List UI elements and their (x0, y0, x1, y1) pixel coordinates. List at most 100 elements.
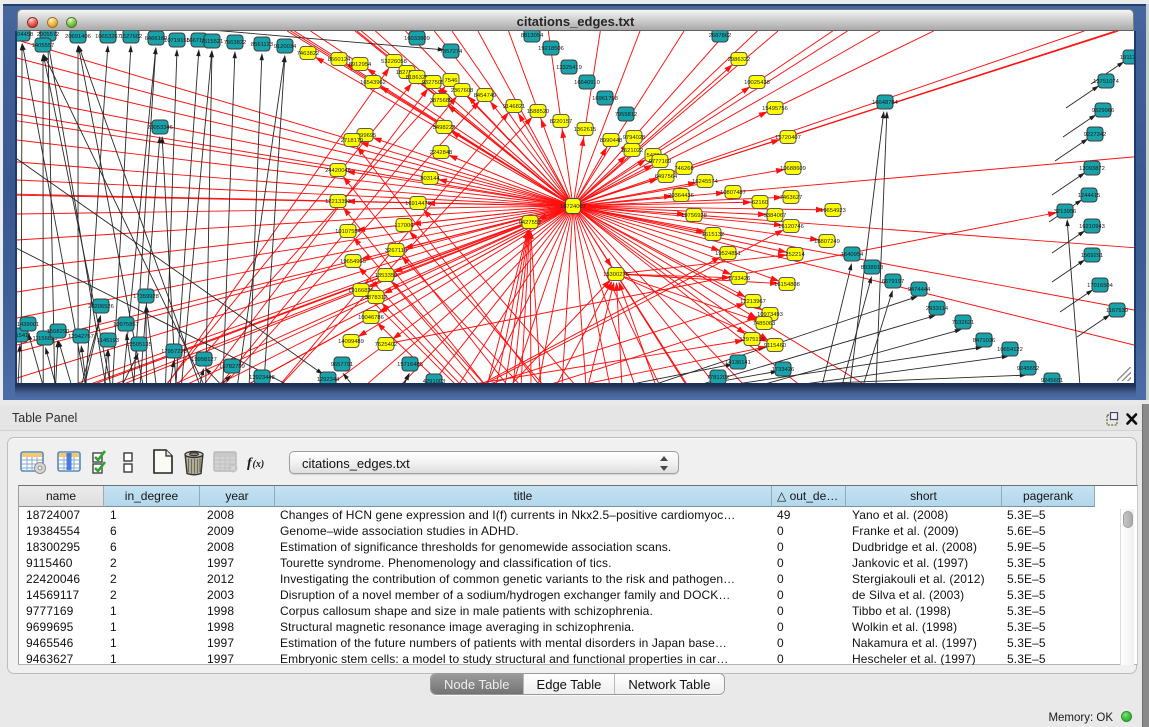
svg-text:62160: 62160 (752, 200, 768, 206)
svg-text:6679197: 6679197 (882, 279, 905, 285)
svg-text:1527602: 1527602 (120, 34, 143, 40)
svg-text:14099489: 14099489 (338, 339, 364, 345)
svg-text:2986322: 2986322 (728, 57, 751, 63)
svg-text:1362615: 1362615 (574, 127, 597, 133)
svg-text:9327505: 9327505 (422, 80, 445, 86)
svg-text:10046786: 10046786 (358, 315, 384, 321)
svg-text:9115460: 9115460 (764, 343, 786, 349)
svg-text:18807249: 18807249 (814, 239, 840, 245)
svg-text:3875685: 3875685 (430, 98, 453, 104)
svg-text:13751074: 13751074 (1093, 79, 1120, 85)
svg-text:20364436: 20364436 (668, 193, 694, 199)
svg-text:19958127: 19958127 (191, 357, 217, 363)
svg-text:19654965: 19654965 (340, 259, 366, 265)
svg-text:15495756: 15495756 (762, 106, 788, 112)
svg-text:1145193: 1145193 (97, 338, 119, 344)
svg-text:2718179: 2718179 (341, 138, 364, 144)
svg-text:3915411: 3915411 (17, 333, 31, 339)
svg-text:10107554: 10107554 (335, 229, 362, 235)
svg-text:10025438: 10025438 (744, 80, 770, 86)
svg-text:2687862: 2687862 (709, 33, 732, 39)
svg-text:9474444: 9474444 (908, 287, 931, 293)
svg-text:1621022: 1621022 (621, 148, 644, 154)
svg-text:1568290: 1568290 (47, 329, 70, 335)
svg-text:8990448: 8990448 (600, 138, 623, 144)
svg-text:12942757: 12942757 (68, 334, 94, 340)
svg-text:9384067: 9384067 (764, 213, 787, 219)
svg-text:1167539: 1167539 (1106, 308, 1128, 314)
svg-text:17957225: 17957225 (161, 349, 187, 355)
svg-text:1405557: 1405557 (32, 43, 55, 49)
svg-text:2242848: 2242848 (430, 150, 453, 156)
svg-text:7463627: 7463627 (780, 195, 803, 201)
svg-text:2933114: 2933114 (926, 306, 949, 312)
svg-text:9146821: 9146821 (503, 104, 526, 110)
svg-text:9794028: 9794028 (623, 135, 646, 141)
svg-text:1569291: 1569291 (1081, 253, 1104, 259)
svg-text:1733426: 1733426 (728, 276, 751, 282)
svg-text:19524851: 19524851 (715, 251, 741, 257)
svg-text:9120034: 9120034 (274, 44, 297, 50)
svg-text:16154808: 16154808 (774, 282, 800, 288)
svg-text:252214: 252214 (785, 252, 805, 258)
svg-text:1604458: 1604458 (17, 32, 33, 38)
svg-text:16640910: 16640910 (574, 80, 600, 86)
svg-text:7357274: 7357274 (440, 49, 463, 55)
svg-text:8561123: 8561123 (251, 42, 273, 48)
svg-text:53226058: 53226058 (381, 59, 407, 65)
svg-text:13325419: 13325419 (556, 65, 582, 71)
svg-text:803144: 803144 (420, 176, 440, 182)
svg-text:16210943: 16210943 (1079, 224, 1105, 230)
svg-text:7463822: 7463822 (297, 51, 320, 57)
svg-text:3878312: 3878312 (365, 295, 388, 301)
svg-text:1615132: 1615132 (702, 232, 725, 238)
svg-text:3213956: 3213956 (1054, 209, 1077, 215)
svg-text:15716485: 15716485 (397, 362, 423, 368)
svg-text:3267110: 3267110 (385, 248, 407, 254)
svg-text:7955812: 7955812 (615, 112, 638, 118)
svg-text:7625402: 7625402 (375, 342, 398, 348)
svg-text:9427552: 9427552 (519, 220, 542, 226)
svg-text:7632621: 7632621 (952, 320, 975, 326)
svg-text:24420046: 24420046 (325, 168, 351, 174)
svg-text:9329966: 9329966 (1092, 108, 1115, 114)
svg-text:12213967: 12213967 (740, 299, 766, 305)
svg-text:746266: 746266 (674, 166, 693, 172)
svg-text:8813054: 8813054 (521, 33, 544, 39)
svg-text:10807487: 10807487 (720, 190, 746, 196)
svg-text:7485063: 7485063 (753, 321, 776, 327)
svg-text:7663822: 7663822 (224, 40, 247, 46)
svg-text:9227342: 9227342 (1084, 132, 1107, 138)
svg-text:9245652: 9245652 (1017, 366, 1040, 372)
svg-text:2005572: 2005572 (37, 32, 60, 38)
svg-text:16543962: 16543962 (360, 80, 386, 86)
svg-text:16033809: 16033809 (404, 36, 430, 42)
svg-text:6497564: 6497564 (655, 174, 678, 180)
svg-text:9657791: 9657791 (331, 362, 354, 368)
svg-text:9245651: 9245651 (1041, 378, 1064, 383)
svg-text:12213393: 12213393 (325, 199, 351, 205)
svg-text:16120746: 16120746 (778, 224, 804, 230)
svg-text:1439001: 1439001 (17, 322, 39, 328)
svg-text:10654122: 10654122 (997, 347, 1023, 353)
svg-text:12093872: 12093872 (1079, 166, 1105, 172)
svg-text:10653267: 10653267 (95, 34, 121, 40)
svg-text:18724007: 18724007 (560, 204, 586, 210)
svg-text:20691406: 20691406 (65, 34, 91, 40)
svg-text:8938918: 8938918 (861, 265, 884, 271)
svg-text:19218506: 19218506 (538, 46, 564, 52)
svg-text:20206526: 20206526 (88, 304, 114, 310)
svg-text:8471036: 8471036 (973, 338, 996, 344)
svg-text:7781202: 7781202 (707, 375, 730, 381)
svg-text:10975857: 10975857 (113, 322, 139, 328)
svg-text:4291003: 4291003 (423, 379, 446, 383)
svg-text:16961758: 16961758 (592, 96, 618, 102)
svg-text:15720407: 15720407 (775, 135, 801, 141)
svg-text:17359928: 17359928 (133, 294, 159, 300)
svg-text:20053346: 20053346 (147, 125, 173, 131)
svg-text:1244415: 1244415 (1078, 193, 1101, 199)
svg-text:5498222: 5498222 (433, 125, 456, 131)
svg-text:19654923: 19654923 (820, 208, 846, 214)
svg-text:8660124: 8660124 (328, 57, 351, 63)
svg-text:1588520: 1588520 (527, 109, 550, 115)
